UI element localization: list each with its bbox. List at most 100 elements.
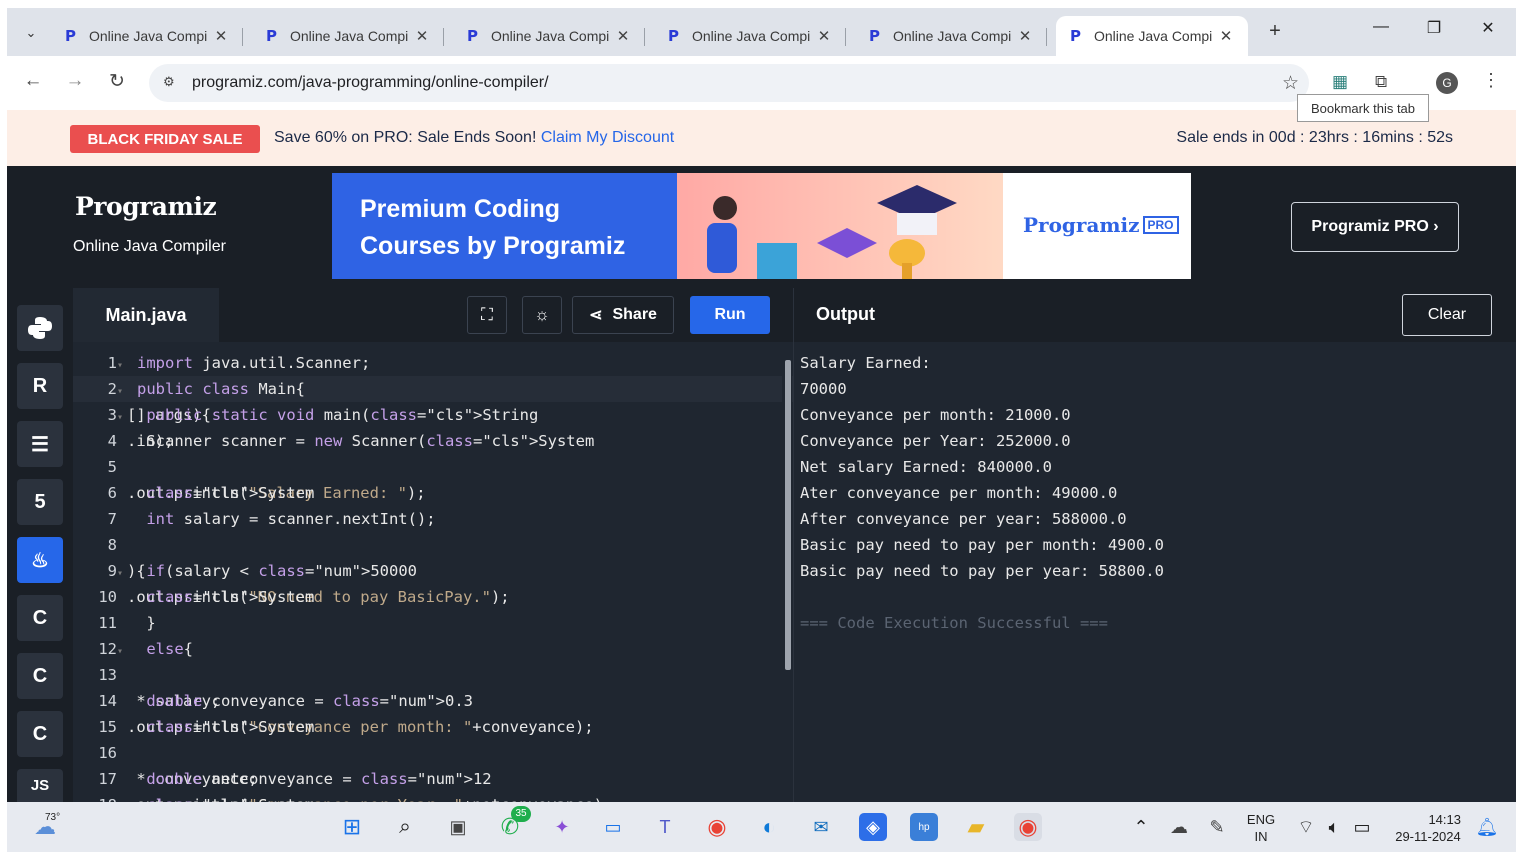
- code-line[interactable]: 12▾ else{: [73, 636, 793, 662]
- close-window-button[interactable]: ✕: [1468, 18, 1508, 38]
- c-language-icon[interactable]: C: [17, 595, 63, 641]
- editor-scrollbar[interactable]: [782, 350, 792, 800]
- code-line[interactable]: 8: [73, 532, 793, 558]
- browser-tab[interactable]: P Online Java Compi ✕: [1056, 16, 1248, 56]
- code-line[interactable]: 15 class="cls">System .out.println("Conve…: [73, 714, 793, 740]
- reload-button[interactable]: ↻: [105, 70, 129, 93]
- edge-icon[interactable]: ◐: [755, 813, 783, 841]
- new-tab-button[interactable]: +: [1263, 20, 1287, 43]
- pen-icon[interactable]: ✎: [1203, 813, 1231, 841]
- clear-button[interactable]: Clear: [1402, 294, 1492, 336]
- file-tab-main-java[interactable]: Main.java: [73, 288, 219, 342]
- html5-icon[interactable]: 5: [17, 479, 63, 525]
- ad-line-1: Premium Coding: [360, 195, 561, 223]
- start-windows-icon[interactable]: ⊞: [338, 813, 366, 841]
- dropbox-icon[interactable]: ◈: [859, 813, 887, 841]
- code-line[interactable]: 18 class="cls">System.out.println("Conve…: [73, 792, 793, 802]
- search-icon[interactable]: ⌕: [391, 813, 419, 841]
- input-language[interactable]: ENG IN: [1243, 811, 1279, 845]
- myhp-icon[interactable]: hp: [910, 813, 938, 841]
- desktop-icon[interactable]: ▭: [599, 813, 627, 841]
- code-editor[interactable]: 1▾ import java.util.Scanner; 2▾ public clas…: [73, 342, 793, 802]
- code-line[interactable]: 10 class="cls">System .out.println("NO ne…: [73, 584, 793, 610]
- browser-tab[interactable]: P Online Java Compi ✕: [855, 16, 1047, 56]
- chrome-active-icon[interactable]: ◉: [1014, 813, 1042, 841]
- code-line[interactable]: 3▾ public static void main(class="cls">S…: [73, 402, 793, 428]
- java-icon[interactable]: ♨: [17, 537, 63, 583]
- code-line[interactable]: 4 Scanner scanner = new Scanner(class="c…: [73, 428, 793, 454]
- code-line[interactable]: 5: [73, 454, 793, 480]
- csharp-language-icon[interactable]: C: [17, 711, 63, 757]
- cpp-language-icon[interactable]: C: [17, 653, 63, 699]
- browser-tab-strip: ⌄ P Online Java Compi ✕ P Online Java Compi ✕…: [7, 8, 1516, 56]
- share-button[interactable]: ⋖ Share: [572, 296, 674, 334]
- volume-muted-icon[interactable]: 🔈︎: [1320, 813, 1348, 841]
- code-line[interactable]: 11 }: [73, 610, 793, 636]
- code-line[interactable]: 16: [73, 740, 793, 766]
- tab-close-icon[interactable]: ✕: [211, 27, 231, 45]
- ad-banner[interactable]: Premium Coding Courses by Programiz Prog…: [332, 173, 1191, 279]
- teams-icon[interactable]: T: [651, 813, 679, 841]
- tab-search-button[interactable]: ⌄: [17, 20, 45, 46]
- restore-button[interactable]: ❐: [1414, 18, 1454, 38]
- cloud-sync-icon[interactable]: ☁: [1165, 813, 1193, 841]
- fullscreen-button[interactable]: ⛶: [467, 296, 507, 334]
- bookmark-star-icon[interactable]: ☆: [1282, 72, 1299, 95]
- code-line[interactable]: 6 class="cls">System .out.println("Salary…: [73, 480, 793, 506]
- battery-icon[interactable]: ▭: [1348, 813, 1376, 841]
- sql-database-icon[interactable]: ☰: [17, 421, 63, 467]
- forward-button[interactable]: →: [63, 70, 87, 92]
- browser-tab[interactable]: P Online Java Compi ✕: [51, 16, 243, 56]
- chrome-icon[interactable]: ◉: [703, 813, 731, 841]
- code-line[interactable]: 2▾ public class Main{: [73, 376, 793, 402]
- tab-separator: [1046, 28, 1047, 46]
- minimize-button[interactable]: —: [1361, 18, 1401, 36]
- extensions-puzzle-icon[interactable]: ⧉: [1375, 72, 1387, 92]
- profile-avatar[interactable]: G: [1436, 72, 1458, 94]
- browser-menu-icon[interactable]: ⋮: [1482, 70, 1500, 91]
- outlook-icon[interactable]: ✉: [807, 813, 835, 841]
- wifi-icon[interactable]: ⌔: [1292, 813, 1320, 841]
- site-info-icon[interactable]: ⚙: [163, 74, 175, 90]
- python-icon[interactable]: [17, 305, 63, 351]
- javascript-icon[interactable]: JS: [17, 769, 63, 802]
- theme-toggle-button[interactable]: ☼: [522, 296, 562, 334]
- run-button[interactable]: Run: [690, 296, 770, 334]
- code-text: Scanner scanner = new Scanner(class="cls…: [137, 432, 595, 450]
- notification-bell-icon[interactable]: 🔔︎: [1473, 813, 1501, 841]
- browser-tab[interactable]: P Online Java Compi ✕: [453, 16, 645, 56]
- ad-illustration: [677, 173, 1003, 279]
- code-line[interactable]: 13: [73, 662, 793, 688]
- code-text: public static void main(class="cls">Stri…: [146, 406, 539, 424]
- claim-discount-link[interactable]: Claim My Discount: [541, 129, 674, 146]
- output-panel[interactable]: Salary Earned: 70000 Conveyance per month:…: [793, 342, 1516, 802]
- show-hidden-icons[interactable]: ⌃: [1127, 813, 1155, 841]
- task-view-icon[interactable]: ▣: [444, 813, 472, 841]
- extension-icon[interactable]: ▦: [1332, 72, 1348, 92]
- tab-close-icon[interactable]: ✕: [412, 27, 432, 45]
- tab-close-icon[interactable]: ✕: [613, 27, 633, 45]
- tab-close-icon[interactable]: ✕: [814, 27, 834, 45]
- browser-tab[interactable]: P Online Java Compi ✕: [654, 16, 846, 56]
- code-line[interactable]: 17 double netconveyance = class="num">12…: [73, 766, 793, 792]
- code-line[interactable]: 7 int salary = scanner.nextInt();: [73, 506, 793, 532]
- code-line[interactable]: 14 double conveyance = class="num">0.3 *…: [73, 688, 793, 714]
- address-bar[interactable]: ⚙ programiz.com/java-programming/online-…: [149, 64, 1309, 102]
- file-explorer-icon[interactable]: ▰: [962, 813, 990, 841]
- promo-message: Save 60% on PRO: Sale Ends Soon!: [274, 129, 541, 146]
- code-line[interactable]: 9▾ if(salary < class="num">50000){: [73, 558, 793, 584]
- code-line[interactable]: 1▾ import java.util.Scanner;: [73, 350, 793, 376]
- r-language-icon[interactable]: R: [17, 363, 63, 409]
- promo-banner: BLACK FRIDAY SALE Save 60% on PRO: Sale …: [7, 110, 1516, 166]
- editor-scroll-thumb[interactable]: [785, 360, 791, 670]
- tab-close-icon[interactable]: ✕: [1015, 27, 1035, 45]
- programiz-pro-button[interactable]: Programiz PRO ›: [1291, 202, 1459, 252]
- copilot-icon[interactable]: ✦: [548, 813, 576, 841]
- url-text[interactable]: programiz.com/java-programming/online-co…: [192, 74, 549, 92]
- browser-tab[interactable]: P Online Java Compi ✕: [252, 16, 444, 56]
- clock[interactable]: 14:13 29-11-2024: [1387, 811, 1469, 845]
- tab-close-icon[interactable]: ✕: [1216, 27, 1236, 45]
- programiz-logo[interactable]: Programiz: [75, 192, 217, 221]
- back-button[interactable]: ←: [21, 70, 45, 92]
- site-header: Programiz Online Java Compiler Premium C…: [7, 166, 1516, 288]
